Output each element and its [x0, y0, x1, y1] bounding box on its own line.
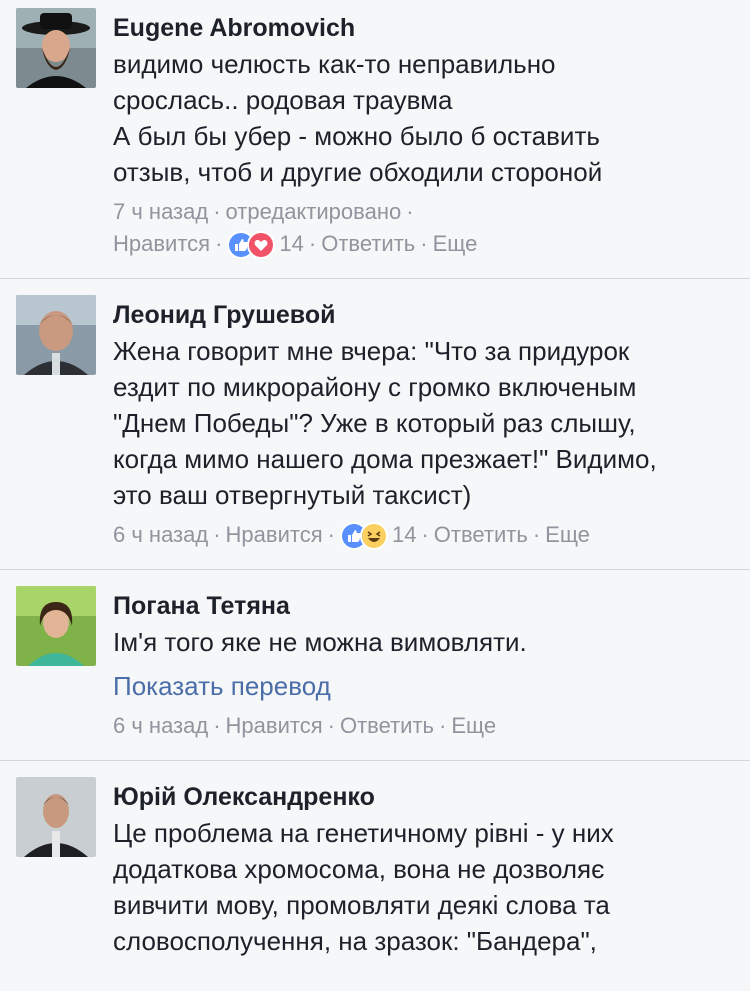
comment-line: Ім'я того яке не можна вимовляти. [113, 627, 527, 657]
like-button[interactable]: Нравится [226, 713, 323, 738]
separator: · [327, 713, 335, 738]
avatar[interactable] [16, 777, 96, 857]
comment-line: Жена говорит мне вчера: "Что за придурок [113, 336, 630, 366]
haha-icon [359, 522, 388, 551]
more-button[interactable]: Еще [433, 231, 478, 256]
comment-line: видимо челюсть как-то неправильно [113, 49, 556, 79]
reply-button[interactable]: Ответить [340, 713, 434, 738]
reply-button[interactable]: Ответить [321, 231, 415, 256]
separator: · [532, 522, 541, 547]
comment-line: отзыв, чтоб и другие обходили стороной [113, 157, 603, 187]
separator: · [439, 713, 447, 738]
separator: · [420, 231, 428, 256]
separator: · [215, 231, 223, 256]
reactions[interactable] [227, 231, 276, 260]
reply-button[interactable]: Ответить [434, 522, 528, 547]
comment-line: вивчити мову, промовляти деякі слова та [113, 890, 610, 920]
separator: · [213, 522, 221, 547]
comment: Юрій Олександренко Це проблема на генети… [0, 761, 750, 991]
comment-actions: Нравится · 14 · Ответить · Еще [113, 228, 734, 260]
like-button[interactable]: Нравится [226, 522, 323, 547]
love-icon [247, 231, 276, 260]
timestamp[interactable]: 6 ч назад [113, 522, 208, 547]
comment-author[interactable]: Eugene Abromovich [113, 10, 734, 46]
separator: · [327, 522, 335, 547]
comment-line: когда мимо нашего дома презжает!" Видимо… [113, 444, 657, 474]
comment-line: Це проблема на генетичному рівні - у них [113, 818, 614, 848]
show-translation-link[interactable]: Показать перевод [113, 666, 734, 706]
comment-author[interactable]: Юрій Олександренко [113, 779, 734, 815]
separator: · [213, 713, 221, 738]
avatar[interactable] [16, 8, 96, 88]
timestamp[interactable]: 7 ч назад [113, 199, 208, 224]
comment-meta: 7 ч назад · отредактировано · [113, 196, 734, 228]
comment-line: срослась.. родовая траувма [113, 85, 453, 115]
comment: Eugene Abromovich видимо челюсть как-то … [0, 0, 750, 279]
separator: · [308, 231, 317, 256]
comment-line: это ваш отвергнутый таксист) [113, 480, 472, 510]
comment-author[interactable]: Леонид Грушевой [113, 297, 734, 333]
comment-text: Ім'я того яке не можна вимовляти. [113, 624, 734, 660]
comment-line: додаткова хромосома, вона не дозволяє [113, 854, 605, 884]
avatar[interactable] [16, 295, 96, 375]
separator: · [213, 199, 221, 224]
comment: Леонид Грушевой Жена говорит мне вчера: … [0, 279, 750, 570]
separator: · [406, 199, 414, 224]
comment-actions: 6 ч назад · Нравится · Ответить · Еще [113, 710, 734, 742]
comment-text: видимо челюсть как-то неправильно сросла… [113, 46, 734, 190]
like-button[interactable]: Нравится [113, 231, 210, 256]
timestamp[interactable]: 6 ч назад [113, 713, 208, 738]
avatar[interactable] [16, 586, 96, 666]
comment-line: ездит по микрорайону с громко включеным [113, 372, 637, 402]
reaction-count[interactable]: 14 [392, 522, 416, 547]
comment: Погана Тетяна Ім'я того яке не можна вим… [0, 570, 750, 761]
comment-text: Це проблема на генетичному рівні - у них… [113, 815, 734, 959]
more-button[interactable]: Еще [545, 522, 590, 547]
separator: · [421, 522, 429, 547]
edited-label[interactable]: отредактировано [226, 199, 402, 224]
comment-author[interactable]: Погана Тетяна [113, 588, 734, 624]
reactions[interactable] [339, 522, 388, 551]
comment-line: А был бы убер - можно было б оставить [113, 121, 600, 151]
comment-text: Жена говорит мне вчера: "Что за придурок… [113, 333, 734, 513]
more-button[interactable]: Еще [451, 713, 496, 738]
comment-line: словосполучення, на зразок: "Бандера", [113, 926, 597, 956]
comment-actions: 6 ч назад · Нравится · 14 · Ответить · Еще [113, 519, 734, 551]
comment-line: "Днем Победы"? Уже в который раз слышу, [113, 408, 636, 438]
reaction-count[interactable]: 14 [279, 231, 303, 256]
